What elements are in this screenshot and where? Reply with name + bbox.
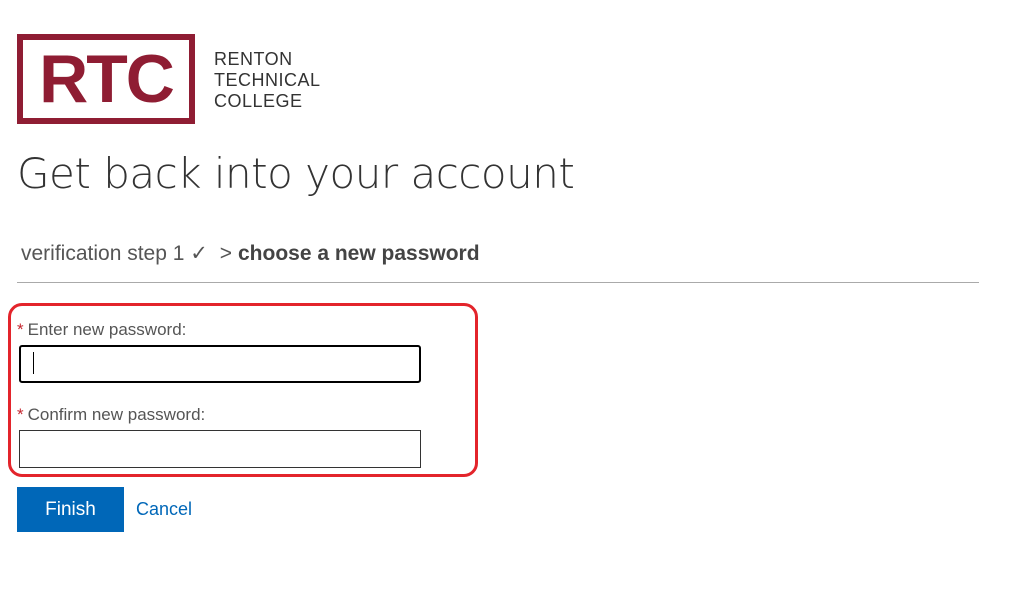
logo-line-renton: RENTON: [214, 49, 293, 69]
cancel-link[interactable]: Cancel: [136, 499, 192, 520]
rtc-logo: RTC RENTON TECHNICAL COLLEGE: [17, 34, 321, 124]
logo-wordmark: RENTON TECHNICAL COLLEGE: [214, 49, 321, 112]
breadcrumb: verification step 1 ✓ > choose a new pass…: [21, 240, 480, 268]
finish-button[interactable]: Finish: [17, 487, 124, 532]
required-marker: *: [17, 320, 24, 339]
text-cursor: [33, 352, 34, 374]
confirm-password-label: * Confirm new password:: [17, 404, 205, 426]
confirm-password-label-text: Confirm new password:: [27, 405, 206, 424]
breadcrumb-current-step: choose a new password: [237, 242, 480, 265]
logo-line-technical: TECHNICAL: [214, 70, 321, 90]
logo-line-college: COLLEGE: [214, 91, 303, 111]
confirm-password-input[interactable]: [19, 430, 421, 468]
required-marker: *: [17, 405, 24, 424]
logo-mark-text: RTC: [39, 41, 175, 117]
page-title: Get back into your account: [17, 149, 575, 198]
new-password-label-text: Enter new password:: [27, 320, 187, 339]
new-password-label: * Enter new password:: [17, 319, 186, 341]
rtc-logo-mark: RTC: [17, 34, 195, 124]
new-password-input[interactable]: [19, 345, 421, 383]
breadcrumb-step-1: verification step 1: [21, 242, 185, 265]
header-divider: [17, 282, 979, 283]
checkmark-icon: ✓: [190, 242, 208, 265]
breadcrumb-separator: >: [219, 242, 232, 265]
